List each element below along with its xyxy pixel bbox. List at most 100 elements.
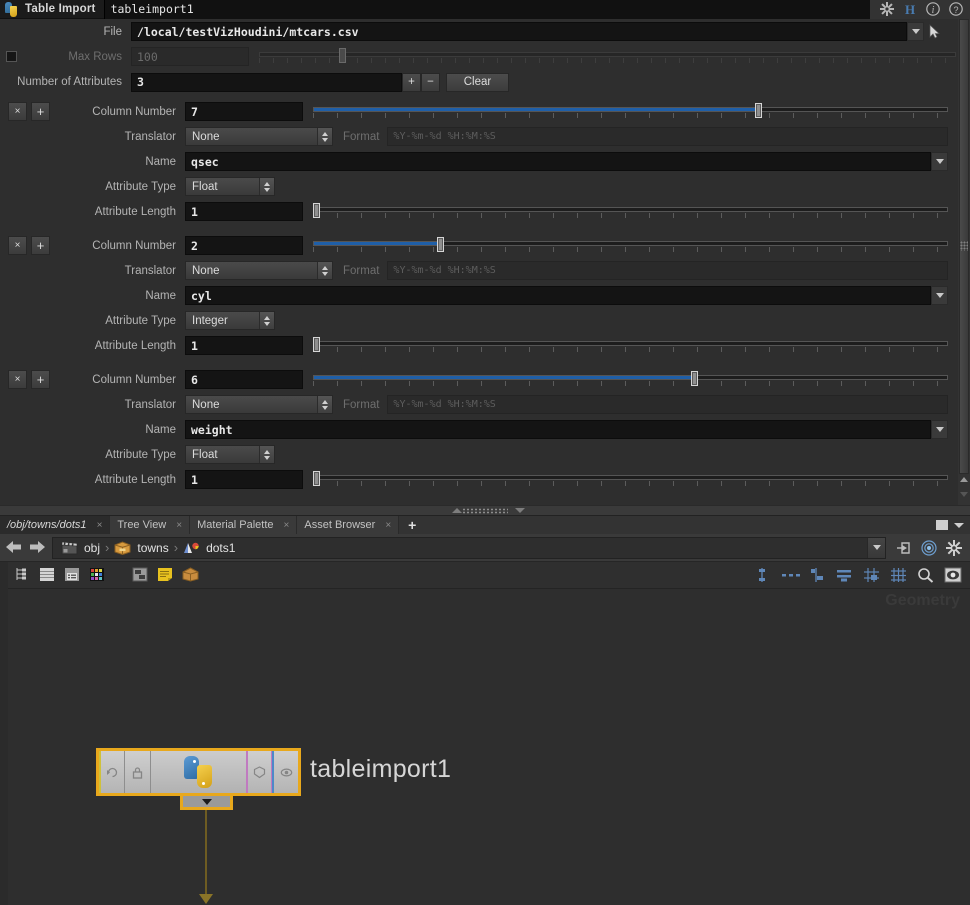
attribute-length-input[interactable]: 1 [185, 470, 303, 489]
format-input[interactable]: %Y-%m-%d %H:%M:%S [387, 127, 948, 146]
attribute-name-input[interactable]: weight [185, 420, 931, 439]
details-icon[interactable] [64, 567, 81, 583]
help-icon[interactable]: ? [949, 2, 963, 16]
translator-spinner-icon[interactable] [317, 128, 332, 145]
splitter-collapse-up-icon[interactable] [452, 508, 462, 513]
node-output-flyout[interactable] [180, 796, 233, 810]
num-attributes-input[interactable]: 3 [131, 72, 402, 92]
add-attribute-button[interactable]: + [31, 370, 50, 389]
close-icon[interactable]: × [385, 520, 391, 531]
close-icon[interactable]: × [97, 520, 103, 531]
scroll-up-icon[interactable] [960, 477, 968, 482]
pane-tab[interactable]: Material Palette × [190, 516, 298, 534]
template-flag[interactable] [246, 751, 272, 793]
breadcrumb-dropdown-button[interactable] [867, 537, 885, 558]
translator-menu[interactable]: None [185, 127, 333, 146]
info-icon[interactable]: i [926, 2, 940, 16]
attribute-type-spinner-icon[interactable] [259, 446, 274, 463]
lock-flag[interactable] [125, 751, 151, 793]
align-left-icon[interactable] [809, 567, 826, 583]
attribute-length-slider[interactable] [313, 336, 948, 355]
search-icon[interactable] [917, 567, 934, 583]
maximize-pane-icon[interactable] [936, 520, 948, 530]
distribute-horizontal-icon[interactable] [782, 567, 800, 583]
breadcrumb-item[interactable]: towns [110, 541, 172, 555]
box-icon[interactable] [182, 567, 199, 583]
scrollbar-grip[interactable] [960, 241, 968, 251]
grid-icon[interactable] [890, 567, 907, 583]
translator-menu[interactable]: None [185, 261, 333, 280]
splitter-grip[interactable] [462, 507, 508, 514]
pane-tab[interactable]: Asset Browser × [297, 516, 400, 534]
gear-icon[interactable] [880, 2, 894, 16]
attribute-type-menu[interactable]: Float [185, 445, 275, 464]
pane-tab[interactable]: /obj/towns/dots1 × [0, 516, 111, 534]
network-view[interactable]: Geometry tableimport1 [8, 589, 970, 905]
pane-splitter[interactable] [0, 505, 970, 516]
file-dropdown-button[interactable] [907, 22, 924, 41]
format-input[interactable]: %Y-%m-%d %H:%M:%S [387, 395, 948, 414]
attribute-name-dropdown-button[interactable] [931, 286, 948, 305]
color-palette-icon[interactable] [89, 567, 106, 583]
column-number-slider[interactable] [313, 102, 948, 121]
notes-icon[interactable] [157, 567, 174, 583]
attribute-name-input[interactable]: cyl [185, 286, 931, 305]
format-input[interactable]: %Y-%m-%d %H:%M:%S [387, 261, 948, 280]
attribute-length-slider[interactable] [313, 202, 948, 221]
file-input[interactable]: /local/testVizHoudini/mtcars.csv [131, 22, 907, 41]
layout-icon[interactable] [132, 567, 149, 583]
translator-menu[interactable]: None [185, 395, 333, 414]
attribute-length-input[interactable]: 1 [185, 336, 303, 355]
close-icon[interactable]: × [284, 520, 290, 531]
max-rows-checkbox[interactable] [5, 51, 17, 62]
add-attribute-button[interactable]: + [31, 102, 50, 121]
attribute-name-dropdown-button[interactable] [931, 152, 948, 171]
back-button[interactable] [5, 539, 23, 557]
column-number-input[interactable]: 6 [185, 370, 303, 389]
breadcrumb[interactable]: obj › towns › dots1 [52, 536, 886, 559]
list-icon[interactable] [39, 567, 56, 583]
remove-attribute-button[interactable]: × [8, 236, 27, 255]
remove-attribute-button[interactable]: × [8, 102, 27, 121]
target-icon[interactable] [921, 539, 937, 556]
remove-attribute-button[interactable]: − [421, 72, 440, 92]
attribute-type-spinner-icon[interactable] [259, 178, 274, 195]
align-rows-icon[interactable] [836, 567, 853, 583]
remove-attribute-button[interactable]: × [8, 370, 27, 389]
bypass-flag[interactable] [99, 751, 125, 793]
splitter-collapse-down-icon[interactable] [515, 508, 525, 513]
translator-spinner-icon[interactable] [317, 396, 332, 413]
clear-button[interactable]: Clear [446, 72, 509, 92]
scroll-down-icon[interactable] [960, 492, 968, 497]
column-number-input[interactable]: 7 [185, 102, 303, 121]
snap-grid-icon[interactable] [863, 567, 880, 583]
pane-tab[interactable]: Tree View × [110, 516, 191, 534]
add-tab-button[interactable]: + [399, 516, 426, 534]
display-icon[interactable] [944, 567, 962, 583]
attribute-name-dropdown-button[interactable] [931, 420, 948, 439]
close-icon[interactable]: × [176, 520, 182, 531]
display-flag[interactable] [272, 751, 298, 793]
gear-icon[interactable] [946, 539, 962, 556]
add-attribute-button[interactable]: + [402, 72, 421, 92]
attribute-name-input[interactable]: qsec [185, 152, 931, 171]
column-number-slider[interactable] [313, 236, 948, 255]
node-name-field[interactable]: tableimport1 [103, 0, 870, 19]
scrollbar-arrows[interactable] [958, 475, 970, 505]
column-number-input[interactable]: 2 [185, 236, 303, 255]
attribute-type-menu[interactable]: Integer [185, 311, 275, 330]
max-rows-slider[interactable] [259, 47, 956, 66]
forward-button[interactable] [28, 539, 46, 557]
parameter-scrollbar[interactable] [958, 19, 970, 489]
pane-menu-icon[interactable] [954, 522, 964, 528]
add-attribute-button[interactable]: + [31, 236, 50, 255]
pin-icon[interactable] [896, 540, 912, 556]
attribute-type-menu[interactable]: Float [185, 177, 275, 196]
translator-spinner-icon[interactable] [317, 262, 332, 279]
max-rows-input[interactable]: 100 [131, 47, 249, 66]
column-number-slider[interactable] [313, 370, 948, 389]
attribute-length-input[interactable]: 1 [185, 202, 303, 221]
tree-list-icon[interactable] [14, 567, 31, 583]
houdini-h-icon[interactable]: H [903, 2, 917, 17]
attribute-type-spinner-icon[interactable] [259, 312, 274, 329]
